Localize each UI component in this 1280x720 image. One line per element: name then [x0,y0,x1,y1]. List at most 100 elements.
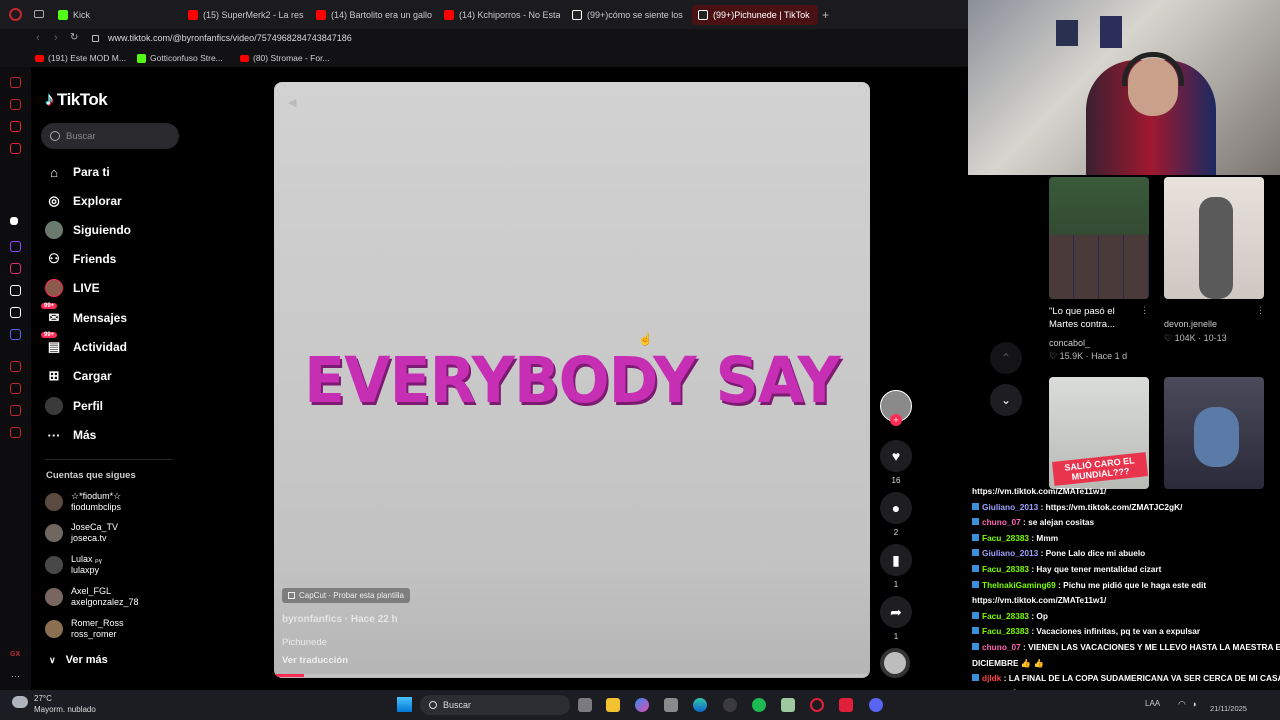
tab-kick[interactable]: Kick [52,5,172,25]
rec-options-icon[interactable]: ⋮ [1256,305,1265,316]
nav-actividad[interactable]: ▤ 99+ Actividad [41,332,127,356]
chat-username[interactable]: Facu_28383 [982,626,1029,636]
nav-para-ti[interactable]: ⌂ Para ti [45,163,110,181]
new-tab-button[interactable]: + [822,8,829,22]
wifi-icon[interactable]: ◠ [1178,699,1186,710]
next-video-button[interactable]: ⌄ [990,384,1022,416]
opera-logo-icon[interactable] [9,8,22,21]
taskbar-search[interactable]: Buscar [420,695,570,715]
bookmark-item[interactable]: Gotticonfuso Stre... [137,53,223,63]
nav-friends[interactable]: ⚇ Friends [45,250,116,268]
chat-username[interactable]: Facu_28383 [982,564,1029,574]
recommended-video[interactable] [1164,377,1264,489]
steam-icon[interactable] [723,698,737,712]
speed-dial-icon[interactable] [10,77,21,88]
instagram-icon[interactable] [10,263,21,274]
edge-icon[interactable] [693,698,707,712]
player-icon[interactable] [10,361,21,372]
video-author[interactable]: byronfanfics · Hace 22 h [282,614,398,625]
nav-explorar[interactable]: ◎ Explorar [45,192,121,210]
reload-icon[interactable]: ↻ [70,32,78,43]
recommended-video[interactable]: SALIÓ CARO EL MUNDIAL??? [1049,377,1149,489]
copilot-icon[interactable] [635,698,649,712]
capcut-template-button[interactable]: CapCut · Probar esta plantilla [282,588,410,603]
chat-username[interactable]: chuno_07 [982,517,1021,527]
history-icon[interactable] [10,383,21,394]
x-icon[interactable] [10,307,21,318]
tab-menu-icon[interactable] [34,10,44,18]
language-indicator[interactable]: LAA [1145,699,1160,708]
tab-pichunede-tiktok[interactable]: (99+)Pichunede | TikTok [692,5,818,25]
share-button[interactable]: ➦ 1 [880,596,912,641]
start-icon[interactable] [397,697,412,712]
see-more-button[interactable]: ∨ Ver más [49,654,108,666]
bookmark-item[interactable]: (80) Stromae - For... [240,53,330,63]
tab-supermerk2[interactable]: (15) SuperMerk2 - La res [182,5,304,25]
tab-kchiporros[interactable]: (14) Kchiporros - No Esta [438,5,560,25]
weather-icon[interactable] [12,696,28,708]
twitch-icon[interactable] [10,241,21,252]
nav-siguiendo[interactable]: Siguiendo [45,221,131,239]
chat-username[interactable]: Facu_28383 [982,611,1029,621]
chat-username[interactable]: Giuliano_2013 [982,548,1038,558]
nav-mas[interactable]: ··· Más [45,426,97,444]
comment-button[interactable]: ● 2 [880,492,912,537]
mute-icon[interactable]: ◀ [288,96,296,109]
tab-bartolito[interactable]: (14) Bartolito era un gallo [310,5,432,25]
translate-link[interactable]: Ver traducción [282,655,348,666]
follow-plus-icon[interactable]: + [890,414,902,426]
like-button[interactable]: ♥ 16 [880,440,912,485]
nav-perfil[interactable]: Perfil [45,397,103,415]
gmail-icon[interactable] [10,143,21,154]
tab-como-se-siente[interactable]: (99+)cómo se siente los [566,5,688,25]
file-explorer-icon[interactable] [606,698,620,712]
previous-video-button[interactable]: ⌃ [990,342,1022,374]
rec-title[interactable]: "Lo que pasó el Martes contra... [1049,305,1115,331]
progress-bar[interactable] [274,674,870,677]
recommended-video[interactable] [1049,177,1149,299]
weather-temp[interactable]: 27°C [34,694,52,703]
chat-username[interactable]: chuno_07 [982,642,1021,652]
task-view-icon[interactable] [578,698,592,712]
chat-username[interactable]: TheInakiGaming69 [982,580,1056,590]
discord-icon[interactable] [10,329,21,340]
author-avatar[interactable]: + [880,390,912,426]
music-disc[interactable] [880,648,912,678]
extensions-icon[interactable] [10,405,21,416]
tiktok-rail-icon[interactable] [10,217,18,225]
video-player[interactable]: ◀ EVERYBODY SAY ☝ CapCut · Probar esta p… [274,82,870,678]
spotify-icon[interactable] [752,698,766,712]
nav-mensajes[interactable]: ✉ 99+ Mensajes [41,303,127,327]
messenger-icon[interactable] [10,121,21,132]
recommended-video[interactable] [1164,177,1264,299]
nav-cargar[interactable]: ⊞ Cargar [45,367,112,385]
chat-username[interactable]: Facu_28383 [982,533,1029,543]
chat-username[interactable]: Giuliano_2013 [982,502,1038,512]
nav-live[interactable]: LIVE [45,279,100,297]
clock-date[interactable]: 21/11/2025 [1210,704,1247,713]
forward-icon[interactable]: › [54,32,58,44]
settings-icon[interactable] [10,427,21,438]
opera-gx-icon[interactable] [810,698,824,712]
search-input[interactable]: Buscar [41,123,179,149]
tiktok-app-icon[interactable] [839,698,853,712]
following-item[interactable]: ☆*fiodum*☆ fiodumbclips [45,491,121,513]
url-field[interactable]: www.tiktok.com/@byronfanfics/video/75749… [108,33,352,43]
aria-icon[interactable] [10,99,21,110]
rec-options-icon[interactable]: ⋮ [1140,305,1149,316]
chat-username[interactable]: djldk [982,673,1001,683]
volume-icon[interactable]: ◗ [1192,699,1197,709]
following-item[interactable]: Axel_FGL axelgonzalez_78 [45,586,139,608]
bookmark-item[interactable]: (191) Este MOD M... [35,53,126,63]
following-item[interactable]: Lulax ₚᵧ lulaxpy [45,554,102,576]
discord-icon[interactable] [869,698,883,712]
more-icon[interactable]: ··· [11,671,20,681]
tiktok-icon[interactable] [10,285,21,296]
notepad-icon[interactable] [781,698,795,712]
following-item[interactable]: Romer_Ross ross_romer [45,618,124,640]
rec-author[interactable]: devon.jenelle [1164,319,1217,329]
store-icon[interactable] [664,698,678,712]
back-icon[interactable]: ‹ [36,32,40,44]
weather-desc[interactable]: Mayorm. nublado [34,705,96,714]
rec-author[interactable]: concabol_ [1049,338,1090,348]
